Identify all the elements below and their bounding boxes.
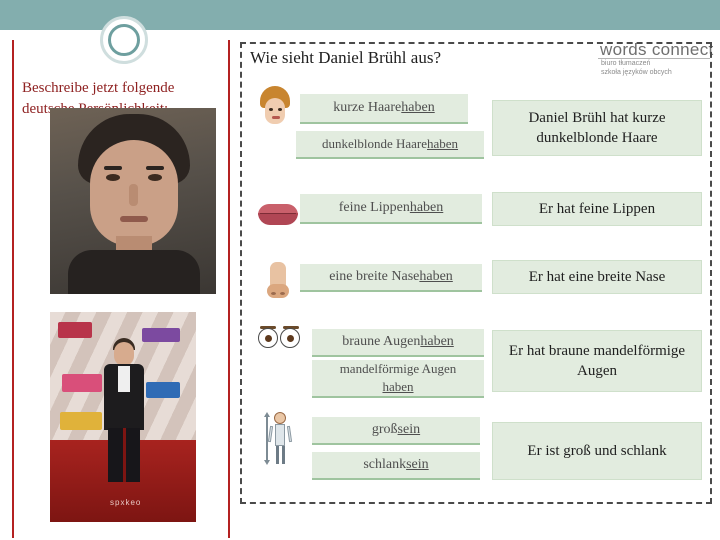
answer-box-augen[interactable]: Er hat braune mandelförmige Augen [492,330,702,392]
lips-icon [258,202,298,226]
question-title: Wie sieht Daniel Brühl aus? [250,48,441,67]
phrase-verb: haben [382,379,414,394]
phrase-verb: haben [419,269,453,284]
portrait-photo [50,108,216,294]
phrase-text: mandelförmige Augen [339,361,457,376]
phrase-text: groß [371,422,398,437]
portrait-eye-right [148,174,162,181]
left-red-rule [12,40,14,538]
phrase-chip-breite-nase[interactable]: eine breite Nase haben [300,264,482,292]
red-carpet-photo: spxkeo [50,312,196,522]
phrase-text: schlank [363,457,407,472]
portrait-eye-left [106,174,120,181]
backdrop-logo-2 [142,328,180,342]
phrase-text: braune Augen [342,334,421,349]
hair-icon [258,86,292,126]
body-height-icon [264,412,294,466]
eyes-icon [258,326,302,352]
backdrop-logo-1 [58,322,92,338]
photo-watermark: spxkeo [110,498,142,507]
portrait-mouth [120,216,148,222]
figure-leg-gap [123,428,126,482]
phrase-chip-braune-augen[interactable]: braune Augen haben [312,329,484,357]
phrase-verb: haben [401,100,435,115]
figure-shirt [118,366,130,392]
phrase-chip-gross[interactable]: groß sein [312,417,480,445]
portrait-brow-left [104,166,122,170]
phrase-chip-feine-lippen[interactable]: feine Lippen haben [300,194,482,224]
answer-box-haare[interactable]: Daniel Brühl hat kurze dunkelblonde Haar… [492,100,702,156]
phrase-text: kurze Haare [333,100,402,115]
phrase-chip-dunkelblonde-haare[interactable]: dunkelblonde Haare haben [296,131,484,159]
phrase-chip-schlank[interactable]: schlank sein [312,452,480,480]
backdrop-logo-3 [62,374,102,392]
answer-box-statur[interactable]: Er ist groß und schlank [492,422,702,480]
column-divider-red-rule [228,40,230,538]
backdrop-logo-4 [146,382,180,398]
phrase-verb: haben [427,136,459,151]
portrait-shoulders [68,250,200,294]
figure-head [114,342,134,366]
portrait-nose [129,184,138,206]
phrase-text: dunkelblonde Haare [321,136,427,151]
phrase-chip-kurze-haare[interactable]: kurze Haare haben [300,94,468,124]
phrase-verb: haben [409,200,444,215]
phrase-verb: haben [420,334,454,349]
answer-box-lippen[interactable]: Er hat feine Lippen [492,192,702,226]
phrase-text: feine Lippen [338,200,410,215]
answer-box-nase[interactable]: Er hat eine breite Nase [492,260,702,294]
circle-ornament-inner [108,24,140,56]
backdrop-logo-5 [60,412,102,430]
portrait-brow-right [146,166,164,170]
phrase-verb: sein [406,457,429,472]
phrase-chip-mandelfoermige-augen[interactable]: mandelförmige Augen haben [312,360,484,398]
nose-icon [266,262,292,302]
phrase-verb: sein [397,422,421,437]
phrase-text: eine breite Nase [329,269,420,284]
